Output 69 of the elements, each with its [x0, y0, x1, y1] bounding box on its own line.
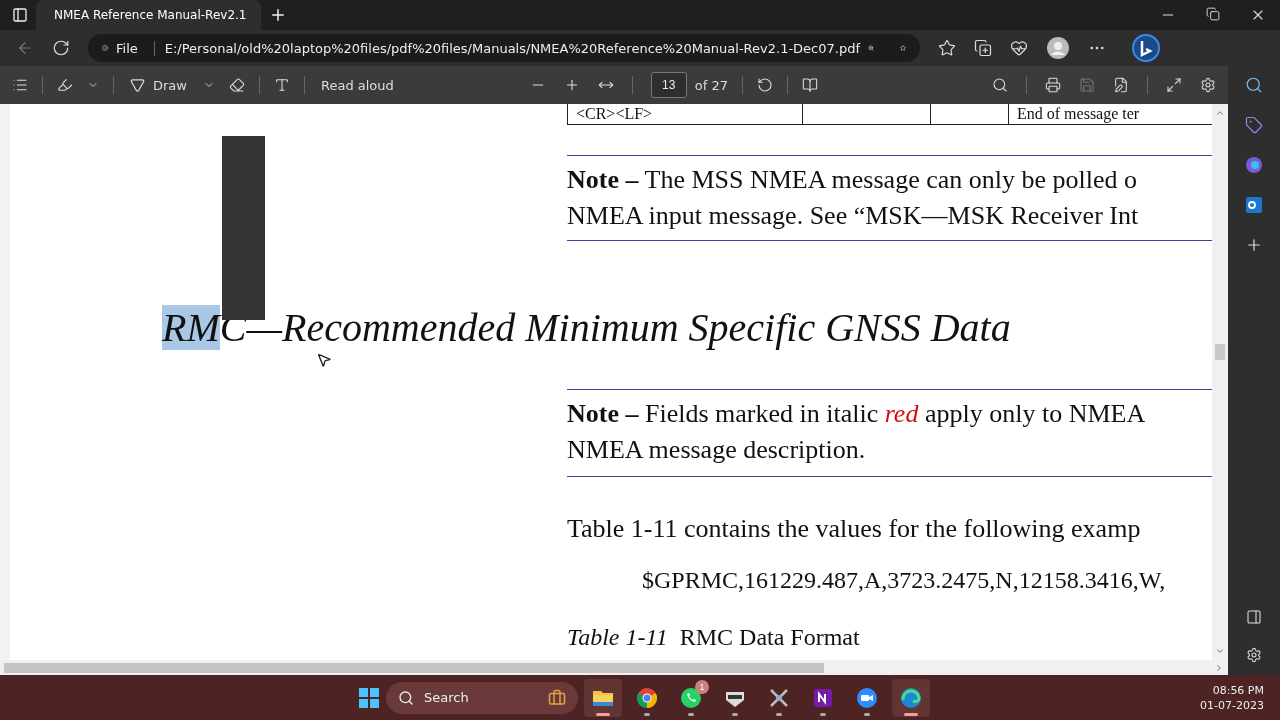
restore-icon[interactable] [1206, 7, 1220, 21]
url-text: E:/Personal/old%20laptop%20files/pdf%20files/Manuals/NMEA%20Reference%20Manual-Rev2.1-Dec07.pdf [153, 40, 861, 56]
fullscreen-icon[interactable] [1166, 77, 1182, 93]
pen-icon [130, 77, 145, 93]
add-icon[interactable] [1245, 236, 1263, 254]
contents-icon[interactable] [12, 77, 28, 93]
text-icon[interactable] [273, 77, 290, 93]
panel-icon[interactable] [1246, 609, 1262, 625]
eraser-icon[interactable] [228, 77, 245, 93]
chat-icon [679, 685, 703, 710]
note-text: NMEA input message. See “MSK—MSK Receiver Int [567, 200, 1140, 232]
clock-date: 01-07-2023 [1200, 697, 1264, 713]
search-icon[interactable] [1245, 76, 1263, 94]
example-sentence: $GPRMC,161229.487,A,3723.2475,N,12158.3416,W, [642, 566, 1167, 595]
browser-icon [635, 685, 659, 710]
notification-badge: 1 [695, 679, 709, 694]
table-cell-text: End of message ter [1016, 104, 1141, 124]
briefcase-icon [548, 688, 566, 707]
scroll-down-icon[interactable] [1215, 646, 1225, 656]
page-number-field[interactable]: 13 [650, 72, 687, 98]
rotate-icon[interactable] [757, 77, 773, 93]
scroll-thumb[interactable] [1215, 344, 1225, 360]
paragraph: Table 1-11 contains the values for the following examp [567, 513, 1142, 545]
page-count: of 27 [694, 77, 728, 93]
read-aloud-button[interactable]: Read aloud [318, 75, 396, 95]
wave-icon [899, 685, 923, 710]
settings-icon[interactable] [1246, 647, 1262, 663]
start-icon[interactable] [358, 686, 380, 709]
tab-actions-icon[interactable] [12, 7, 28, 23]
avatar-icon[interactable] [1046, 36, 1070, 60]
page-view-icon[interactable] [802, 77, 818, 93]
note-text: Note – The MSS NMEA message can only be polled o [567, 164, 1138, 196]
scroll-up-icon[interactable] [1215, 108, 1225, 118]
note-text: NMEA message description. [567, 434, 867, 466]
health-icon[interactable] [1010, 39, 1028, 57]
table-cell: <CR><LF> [568, 104, 803, 124]
favorites-icon[interactable] [938, 39, 956, 57]
clock-time: 08:56 PM [1212, 682, 1264, 698]
print-icon[interactable] [1045, 77, 1061, 93]
scroll-right-icon[interactable] [1214, 662, 1224, 673]
table-caption: Table 1-11 RMC Data Format [567, 623, 861, 652]
new-tab-icon[interactable] [269, 6, 287, 24]
search-field[interactable]: Search [386, 681, 578, 714]
tag-icon[interactable] [1245, 116, 1263, 134]
highlight-icon[interactable] [57, 77, 73, 93]
settings-icon[interactable] [1200, 77, 1216, 93]
search-icon [398, 689, 414, 706]
mouse-pointer-icon [316, 352, 332, 368]
save-as-icon[interactable] [1113, 77, 1129, 93]
reload-icon[interactable] [52, 39, 70, 57]
section-heading: RMC—Recommended Minimum Specific GNSS Data [162, 305, 1011, 351]
scroll-thumb[interactable] [4, 662, 824, 673]
address-bar[interactable]: File E:/Personal/old%20laptop%20files/pdf%20files/Manuals/NMEA%20Reference%20Manual-Rev2.1-Dec07.pdf [88, 34, 920, 62]
video-icon [855, 685, 879, 710]
scheme-label: File [116, 40, 138, 56]
taskbar-app[interactable] [584, 678, 622, 717]
collections-icon[interactable] [974, 39, 992, 57]
horizontal-scrollbar[interactable] [0, 660, 1228, 675]
draw-button[interactable]: Draw [128, 75, 189, 95]
chat-logo-icon[interactable] [1132, 34, 1160, 62]
browser-tab[interactable]: NMEA Reference Manual-Rev2.1 [36, 0, 261, 30]
mail-icon[interactable] [1245, 196, 1263, 214]
text-selection: RM [162, 305, 220, 350]
search-icon[interactable] [992, 77, 1008, 93]
vertical-scrollbar[interactable] [1212, 104, 1228, 660]
taskbar-app[interactable] [892, 678, 930, 717]
swirl-icon[interactable] [1245, 156, 1263, 174]
note-text: Note – Fields marked in italic red apply only to NMEA [567, 398, 1147, 430]
back-icon[interactable] [16, 39, 34, 57]
